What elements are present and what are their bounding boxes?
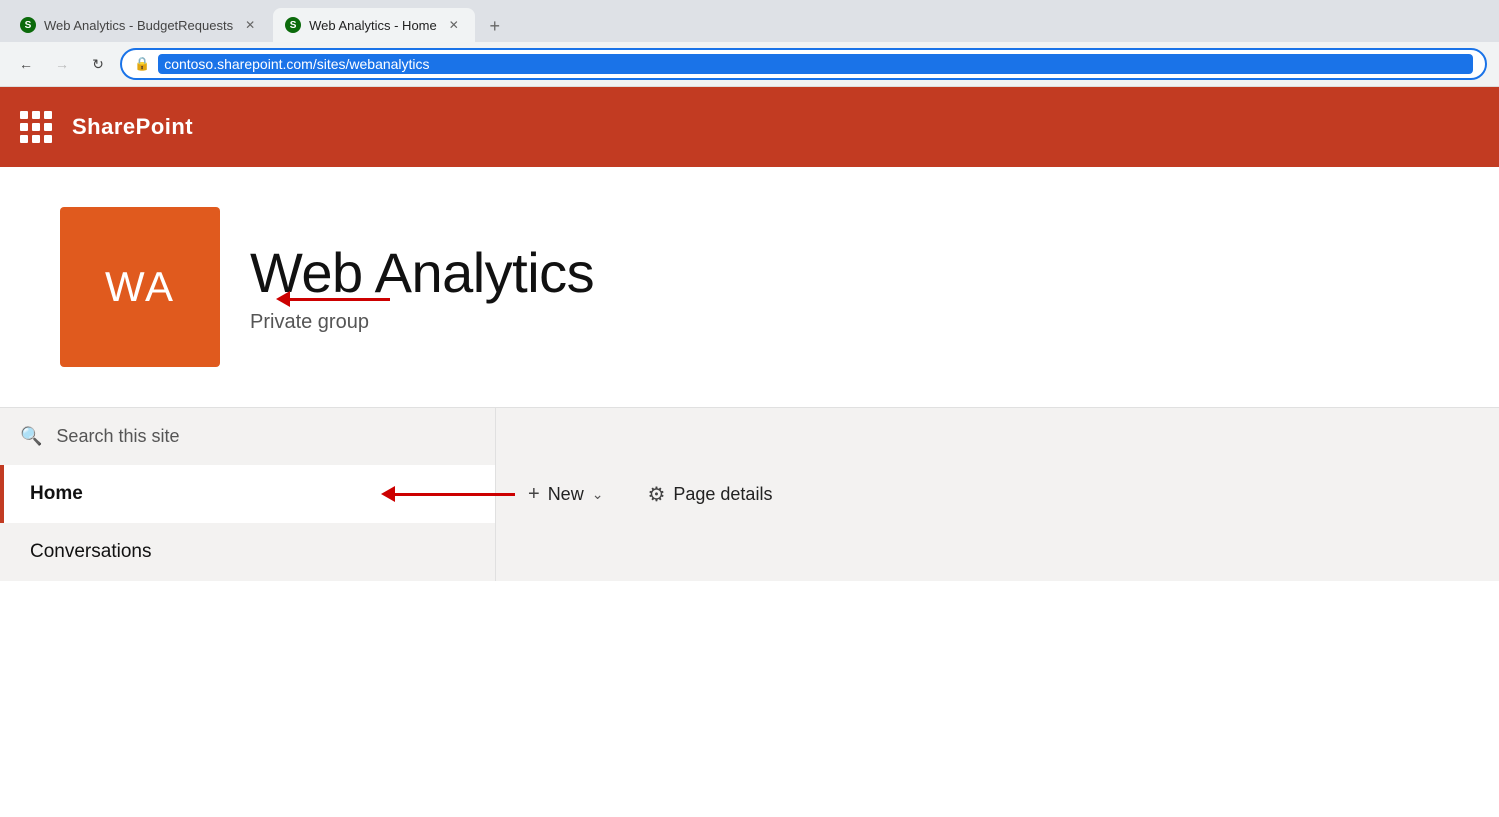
new-chevron-icon: ⌄	[592, 486, 604, 503]
tab1-favicon: S	[20, 17, 36, 33]
waffle-dot	[44, 123, 52, 131]
site-header: WA Web Analytics Private group	[0, 167, 1499, 407]
sidebar: 🔍 Search this site Home Conversations	[0, 408, 496, 581]
tab2-close[interactable]: ✕	[445, 16, 463, 34]
waffle-dot	[20, 111, 28, 119]
new-tab-button[interactable]: +	[481, 12, 509, 40]
forward-button[interactable]: →	[48, 50, 76, 78]
gear-icon: ⚙	[647, 482, 665, 507]
nav-item-conversations[interactable]: Conversations	[0, 523, 495, 581]
home-annotation-arrow	[381, 486, 515, 502]
url-wrapper: 🔒 contoso.sharepoint.com/sites/webanalyt…	[120, 48, 1487, 80]
tab-home[interactable]: S Web Analytics - Home ✕	[273, 8, 475, 42]
waffle-dot	[44, 135, 52, 143]
browser-chrome: S Web Analytics - BudgetRequests ✕ S Web…	[0, 0, 1499, 87]
waffle-dot	[32, 135, 40, 143]
site-logo-text: WA	[105, 263, 175, 311]
site-type: Private group	[250, 311, 594, 334]
tab2-title: Web Analytics - Home	[309, 18, 437, 33]
waffle-dot	[32, 123, 40, 131]
reload-button[interactable]: ↻	[84, 50, 112, 78]
sharepoint-app-name: SharePoint	[72, 114, 193, 140]
search-placeholder-text: Search this site	[56, 426, 179, 447]
lock-icon: 🔒	[134, 56, 150, 72]
new-label: New	[548, 484, 584, 505]
page-details-label: Page details	[673, 484, 772, 505]
new-button[interactable]: + New ⌄	[516, 475, 615, 514]
site-header-wrapper: WA Web Analytics Private group	[0, 167, 1499, 407]
waffle-dot	[32, 111, 40, 119]
waffle-dot	[20, 123, 28, 131]
nav-item-home[interactable]: Home	[0, 465, 495, 523]
tab2-favicon: S	[285, 17, 301, 33]
nav-home-label: Home	[30, 483, 83, 505]
tab-bar: S Web Analytics - BudgetRequests ✕ S Web…	[0, 0, 1499, 42]
search-icon: 🔍	[20, 426, 42, 447]
url-bar[interactable]: 🔒 contoso.sharepoint.com/sites/webanalyt…	[120, 48, 1487, 80]
sharepoint-header: SharePoint	[0, 87, 1499, 167]
tab1-title: Web Analytics - BudgetRequests	[44, 18, 233, 33]
site-name: Web Analytics	[250, 240, 594, 305]
waffle-dot	[20, 135, 28, 143]
page-details-button[interactable]: ⚙ Page details	[635, 474, 784, 515]
home-arrow-head	[381, 486, 395, 502]
url-text: contoso.sharepoint.com/sites/webanalytic…	[158, 54, 1473, 74]
address-bar: ← → ↻ 🔒 contoso.sharepoint.com/sites/web…	[0, 42, 1499, 86]
back-button[interactable]: ←	[12, 50, 40, 78]
tab1-close[interactable]: ✕	[241, 16, 259, 34]
command-bar: + New ⌄ ⚙ Page details	[496, 408, 1499, 581]
waffle-menu[interactable]	[20, 111, 52, 143]
new-plus-icon: +	[528, 483, 540, 506]
search-bar[interactable]: 🔍 Search this site	[0, 408, 495, 465]
site-info: Web Analytics Private group	[250, 240, 594, 334]
tab-budget-requests[interactable]: S Web Analytics - BudgetRequests ✕	[8, 8, 271, 42]
toolbar: 🔍 Search this site Home Conversations + …	[0, 407, 1499, 581]
nav-conversations-label: Conversations	[30, 541, 151, 563]
waffle-dot	[44, 111, 52, 119]
site-logo[interactable]: WA	[60, 207, 220, 367]
